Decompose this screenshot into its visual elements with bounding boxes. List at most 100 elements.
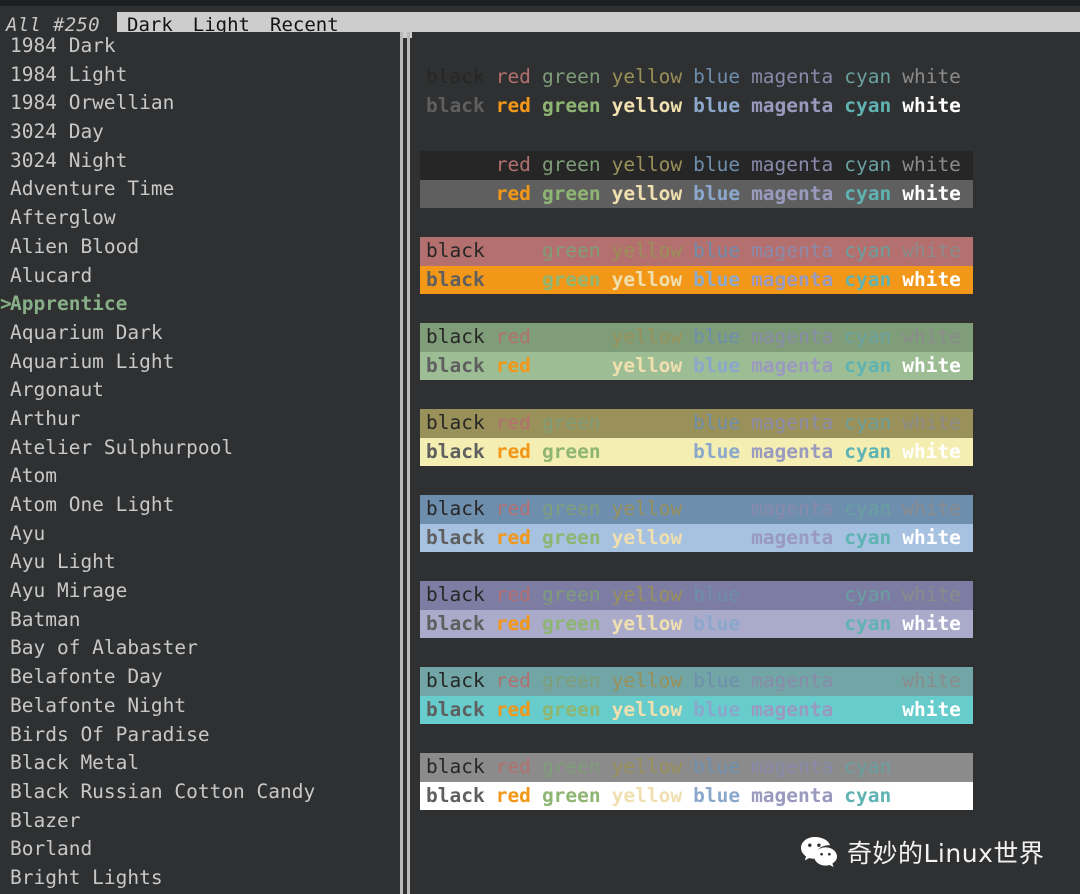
palette-swatch-black: black bbox=[426, 439, 485, 463]
palette-swatch-yellow: yellow bbox=[611, 239, 683, 262]
palette-swatch-yellow: yellow bbox=[611, 611, 683, 635]
theme-list-item[interactable]: Ayu bbox=[0, 520, 400, 549]
palette-swatch-red: red bbox=[495, 583, 531, 606]
theme-list-item[interactable]: Borland bbox=[0, 835, 400, 864]
theme-list-item[interactable]: Ayu Mirage bbox=[0, 577, 400, 606]
palette-swatch-cyan: cyan bbox=[844, 755, 892, 778]
palette-row-normal: blackredgreenyellowbluemagentacyanwhite bbox=[420, 495, 973, 524]
theme-list-item-label: Belafonte Night bbox=[10, 693, 187, 717]
palette-block-magenta-background: blackredgreenyellowbluemagentacyanwhiteb… bbox=[420, 581, 973, 639]
theme-list-item-label: Afterglow bbox=[10, 206, 116, 230]
palette-swatch-cyan: cyan bbox=[844, 267, 892, 291]
theme-list-item[interactable]: Aquarium Dark bbox=[0, 319, 400, 348]
palette-swatch-yellow: yellow bbox=[611, 583, 683, 606]
palette-swatch-cyan: cyan bbox=[844, 181, 892, 205]
palette-swatch-blue: blue bbox=[693, 325, 741, 348]
theme-list-item[interactable]: 1984 Orwellian bbox=[0, 89, 400, 118]
palette-swatch-magenta: magenta bbox=[751, 669, 834, 692]
palette-swatch-green: green bbox=[541, 411, 601, 434]
palette-swatch-blue: blue bbox=[693, 181, 741, 205]
theme-list-item-label: Black Russian Cotton Candy bbox=[10, 779, 316, 803]
theme-list-item-label: Bay of Alabaster bbox=[10, 636, 198, 660]
palette-swatch-cyan: cyan bbox=[844, 65, 892, 88]
palette-swatch-green: green bbox=[541, 697, 601, 721]
palette-swatch-yellow: yellow bbox=[611, 153, 683, 176]
theme-list-item-label: Borland bbox=[10, 837, 93, 861]
theme-list-item[interactable]: Atelier Sulphurpool bbox=[0, 434, 400, 463]
theme-list-item[interactable]: 3024 Day bbox=[0, 118, 400, 147]
palette-swatch-red: red bbox=[495, 353, 531, 377]
palette-swatch-cyan: cyan bbox=[844, 497, 892, 520]
palette-swatch-cyan: cyan bbox=[844, 783, 892, 807]
theme-list-item[interactable]: 1984 Light bbox=[0, 61, 400, 90]
theme-list[interactable]: 1984 Dark 1984 Light 1984 Orwellian 3024 Da… bbox=[0, 32, 400, 894]
palette-swatch-yellow: yellow bbox=[611, 353, 683, 377]
theme-list-item[interactable]: Bright Lights bbox=[0, 864, 400, 893]
theme-list-item[interactable]: Aquarium Light bbox=[0, 348, 400, 377]
theme-list-item-label: Aquarium Dark bbox=[10, 320, 163, 344]
palette-swatch-green: green bbox=[541, 153, 601, 176]
palette-swatch-yellow: yellow bbox=[611, 755, 683, 778]
theme-list-item[interactable]: Belafonte Night bbox=[0, 692, 400, 721]
theme-list-item[interactable]: Adventure Time bbox=[0, 175, 400, 204]
palette-swatch-black: black bbox=[426, 411, 485, 434]
palette-row-normal: blackredgreenyellowbluemagentacyanwhite bbox=[420, 63, 1080, 92]
theme-list-item-selected[interactable]: >Apprentice bbox=[0, 290, 400, 319]
palette-swatch-black: black bbox=[426, 669, 485, 692]
theme-list-item[interactable]: Bay of Alabaster bbox=[0, 634, 400, 663]
theme-list-item[interactable]: Atom bbox=[0, 462, 400, 491]
theme-list-item[interactable]: Argonaut bbox=[0, 376, 400, 405]
theme-list-item[interactable]: Batman bbox=[0, 606, 400, 635]
theme-list-item[interactable]: Alien Blood bbox=[0, 233, 400, 262]
palette-swatch-white: white bbox=[902, 267, 961, 291]
theme-list-item[interactable]: Atom One Light bbox=[0, 491, 400, 520]
palette-swatch-magenta: magenta bbox=[751, 93, 834, 117]
palette-swatch-black: black bbox=[426, 239, 485, 262]
palette-swatch-cyan: cyan bbox=[844, 611, 892, 635]
theme-list-item[interactable]: Arthur bbox=[0, 405, 400, 434]
palette-row-bright: blackredgreenyellowbluemagentacyanwhite bbox=[420, 179, 973, 209]
palette-swatch-cyan: cyan bbox=[844, 439, 892, 463]
theme-list-item[interactable]: Black Metal bbox=[0, 749, 400, 778]
palette-block-black-background: blackredgreenyellowbluemagentacyanwhiteb… bbox=[420, 151, 973, 209]
theme-list-item-label: Black Metal bbox=[10, 751, 140, 775]
theme-list-item[interactable]: Blazer bbox=[0, 807, 400, 836]
palette-swatch-green: green bbox=[541, 93, 601, 117]
theme-list-item-label: Adventure Time bbox=[10, 177, 175, 201]
theme-list-item-label: Arthur bbox=[10, 406, 81, 430]
palette-swatch-white: white bbox=[902, 497, 961, 520]
palette-swatch-magenta: magenta bbox=[751, 153, 834, 176]
theme-list-item[interactable]: Afterglow bbox=[0, 204, 400, 233]
palette-swatch-blue: blue bbox=[693, 583, 741, 606]
wechat-icon bbox=[800, 836, 838, 868]
palette-swatch-magenta: magenta bbox=[751, 697, 834, 721]
palette-swatch-white: white bbox=[902, 669, 961, 692]
theme-list-item[interactable]: Birds Of Paradise bbox=[0, 721, 400, 750]
theme-list-item-label: Aquarium Light bbox=[10, 349, 175, 373]
palette-swatch-white: white bbox=[902, 525, 961, 549]
theme-list-item[interactable]: Belafonte Day bbox=[0, 663, 400, 692]
theme-list-item[interactable]: 3024 Night bbox=[0, 147, 400, 176]
theme-list-item-label: Apprentice bbox=[10, 292, 128, 316]
palette-swatch-blue: blue bbox=[693, 239, 741, 262]
theme-list-item[interactable]: Black Russian Cotton Candy bbox=[0, 778, 400, 807]
list-scrollbar[interactable] bbox=[407, 32, 410, 894]
palette-swatch-yellow: yellow bbox=[611, 783, 683, 807]
theme-list-item[interactable]: Ayu Light bbox=[0, 548, 400, 577]
palette-swatch-white: white bbox=[902, 239, 961, 262]
palette-swatch-white: white bbox=[902, 325, 961, 348]
theme-list-item[interactable]: Alucard bbox=[0, 262, 400, 291]
palette-swatch-yellow: yellow bbox=[611, 325, 683, 348]
palette-row-bright: blackredgreenyellowbluemagentacyanwhite bbox=[420, 437, 973, 467]
palette-swatch-yellow: yellow bbox=[611, 267, 683, 291]
palette-swatch-yellow: yellow bbox=[611, 93, 683, 117]
palette-swatch-blue: blue bbox=[693, 353, 741, 377]
palette-swatch-white: white bbox=[902, 65, 961, 88]
palette-block-cyan-background: blackredgreenyellowbluemagentacyanwhiteb… bbox=[420, 667, 973, 725]
theme-list-item-label: Argonaut bbox=[10, 378, 104, 402]
palette-swatch-red: red bbox=[495, 181, 531, 205]
theme-list-item-label: 1984 Light bbox=[10, 62, 128, 86]
theme-list-item[interactable]: 1984 Dark bbox=[0, 32, 400, 61]
palette-swatch-black: black bbox=[426, 93, 485, 117]
palette-swatch-green: green bbox=[541, 525, 601, 549]
